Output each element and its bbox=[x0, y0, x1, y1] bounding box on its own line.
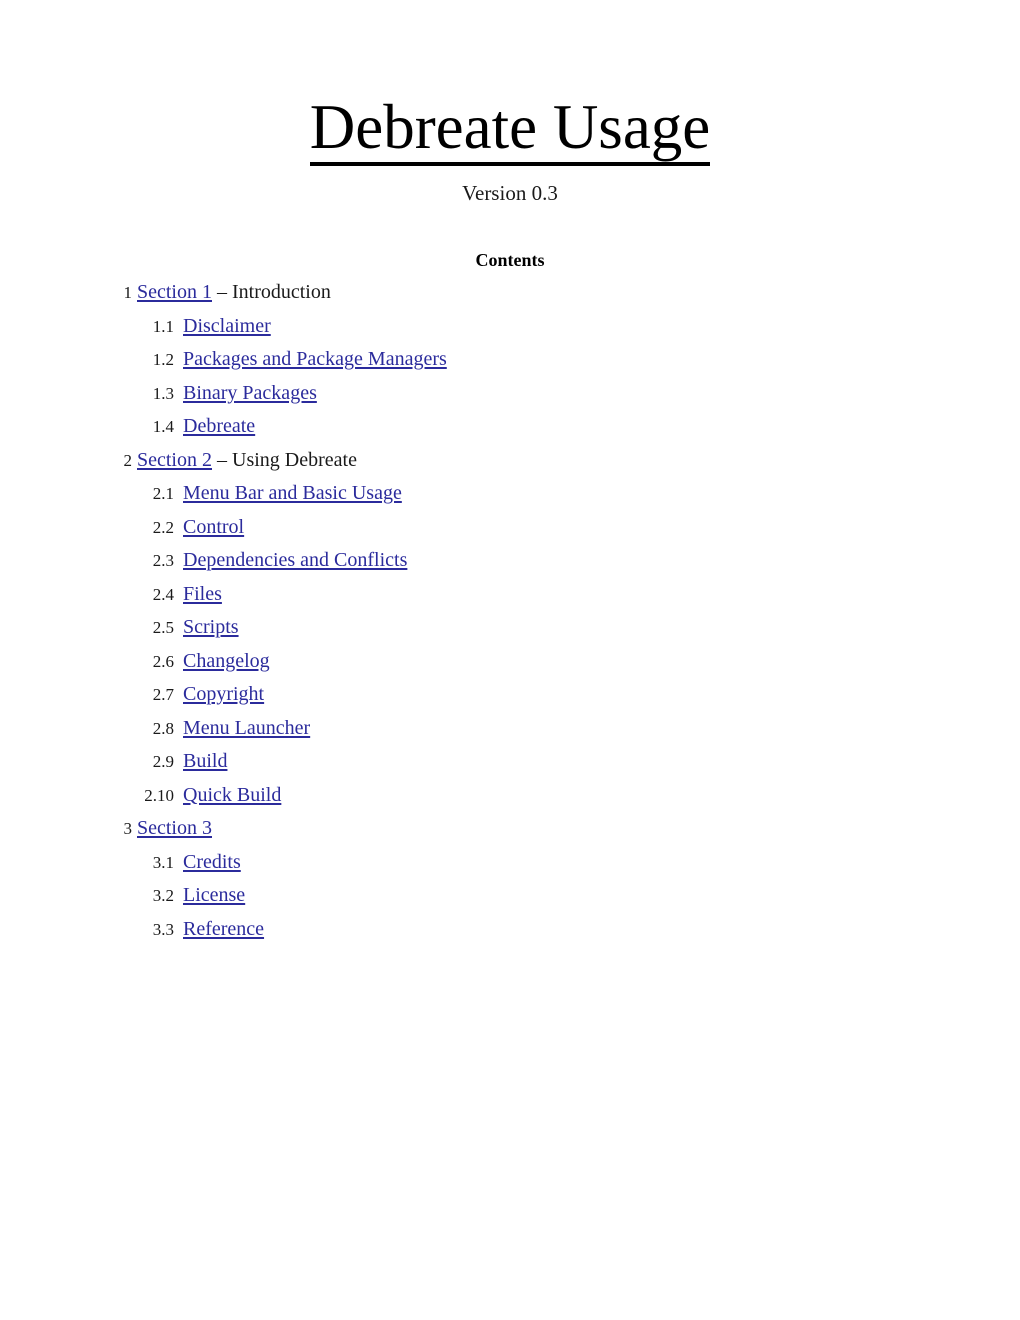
toc-entry-link[interactable]: Dependencies and Conflicts bbox=[183, 549, 407, 572]
toc-entry-link[interactable]: Debreate bbox=[183, 415, 255, 438]
toc-entry: 2.7 Copyright bbox=[0, 683, 1020, 717]
toc-entry: 2.9 Build bbox=[0, 750, 1020, 784]
toc-entry-number: 1.4 bbox=[152, 417, 174, 436]
toc-entry: 3.2 License bbox=[0, 884, 1020, 918]
toc-entry: 2.5 Scripts bbox=[0, 616, 1020, 650]
toc-entry: 1.4 Debreate bbox=[0, 415, 1020, 449]
toc-entry-link[interactable]: Scripts bbox=[183, 616, 239, 639]
toc-entry-link[interactable]: Section 2 bbox=[137, 449, 212, 472]
page-title: Debreate Usage bbox=[0, 94, 1020, 167]
toc-entry-link[interactable]: Credits bbox=[183, 851, 241, 874]
toc-entry-number: 2 bbox=[123, 450, 133, 470]
toc-entry-dash: – bbox=[217, 448, 227, 471]
toc-entry-number: 3 bbox=[123, 819, 133, 838]
toc-entry: 2 Section 2– Using Debreate bbox=[0, 449, 1020, 483]
toc-entry: 3 Section 3 bbox=[0, 817, 1020, 851]
toc-entry-link[interactable]: Quick Build bbox=[183, 784, 281, 807]
toc-entry-link[interactable]: Menu Launcher bbox=[183, 717, 310, 740]
toc-entry-number: 2.5 bbox=[152, 618, 174, 637]
toc-entry: 2.10 Quick Build bbox=[0, 784, 1020, 818]
toc-entry-link[interactable]: Copyright bbox=[183, 683, 264, 706]
toc-entry-link[interactable]: License bbox=[183, 884, 245, 907]
toc-entry-link[interactable]: Section 3 bbox=[137, 817, 212, 840]
toc-entry: 2.1 Menu Bar and Basic Usage bbox=[0, 482, 1020, 516]
toc-entry-link[interactable]: Disclaimer bbox=[183, 315, 271, 338]
toc-entry-number: 1.2 bbox=[152, 350, 174, 369]
toc-entry-number: 1.3 bbox=[152, 383, 174, 403]
toc-entry: 1.1 Disclaimer bbox=[0, 315, 1020, 349]
toc-entry-link[interactable]: Section 1 bbox=[137, 281, 212, 304]
document-page: Debreate Usage Version 0.3 Contents 1 Sec… bbox=[0, 0, 1020, 1320]
contents-heading: Contents bbox=[475, 250, 545, 270]
toc-entry: 2.3 Dependencies and Conflicts bbox=[0, 549, 1020, 583]
toc-entry: 2.4 Files bbox=[0, 583, 1020, 617]
toc-entry: 1 Section 1– Introduction bbox=[0, 281, 1020, 315]
toc-entry-number: 2.2 bbox=[152, 517, 174, 537]
toc-entry: 2.2 Control bbox=[0, 516, 1020, 550]
toc-entry-link[interactable]: Packages and Package Managers bbox=[183, 348, 447, 371]
toc-entry-number: 2.10 bbox=[144, 785, 174, 805]
toc-entry-number: 1.1 bbox=[152, 316, 174, 336]
table-of-contents: 1 Section 1– Introduction 1.1 Disclaimer 1.2… bbox=[0, 281, 1020, 951]
toc-entry-link[interactable]: Reference bbox=[183, 918, 264, 941]
toc-entry-description: Using Debreate bbox=[227, 448, 357, 471]
toc-entry-number: 2.3 bbox=[152, 551, 174, 570]
toc-entry-link[interactable]: Menu Bar and Basic Usage bbox=[183, 482, 402, 505]
toc-entry-number: 3.2 bbox=[152, 886, 174, 905]
toc-entry-number: 2.8 bbox=[152, 718, 174, 738]
toc-entry: 3.3 Reference bbox=[0, 918, 1020, 952]
toc-entry: 1.2 Packages and Package Managers bbox=[0, 348, 1020, 382]
toc-entry-link[interactable]: Binary Packages bbox=[183, 382, 317, 405]
toc-entry-link[interactable]: Build bbox=[183, 750, 227, 773]
page-title-text: Debreate Usage bbox=[309, 94, 711, 167]
toc-entry-link[interactable]: Changelog bbox=[183, 650, 270, 673]
toc-entry: 2.8 Menu Launcher bbox=[0, 717, 1020, 751]
toc-entry-number: 2.1 bbox=[152, 484, 174, 503]
toc-entry-description: Introduction bbox=[227, 281, 331, 303]
toc-entry-number: 2.7 bbox=[152, 685, 174, 704]
toc-entry-dash: – bbox=[217, 281, 227, 303]
toc-entry-number: 2.9 bbox=[152, 752, 174, 771]
toc-entry-number: 2.6 bbox=[152, 651, 174, 671]
toc-entry-number: 3.3 bbox=[152, 919, 174, 939]
toc-entry: 1.3 Binary Packages bbox=[0, 382, 1020, 416]
toc-entry: 2.6 Changelog bbox=[0, 650, 1020, 684]
toc-entry: 3.1 Credits bbox=[0, 851, 1020, 885]
toc-entry-number: 3.1 bbox=[152, 852, 174, 872]
document-version: Version 0.3 bbox=[462, 181, 558, 205]
toc-entry-link[interactable]: Control bbox=[183, 516, 244, 539]
toc-entry-number: 1 bbox=[123, 283, 133, 302]
toc-entry-link[interactable]: Files bbox=[183, 583, 222, 606]
toc-entry-number: 2.4 bbox=[152, 584, 174, 604]
